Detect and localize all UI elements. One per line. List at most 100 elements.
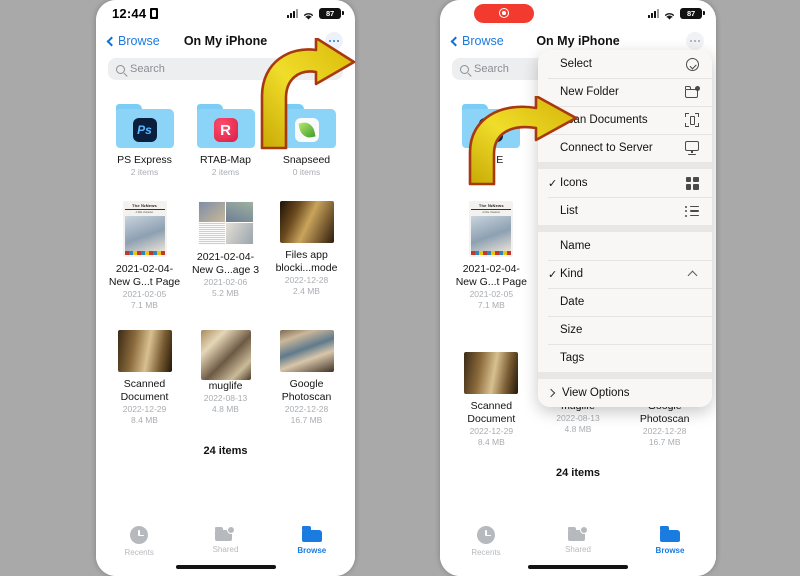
menu-item-accessory: [684, 238, 700, 254]
phone-left-screen: 12:44 87 Browse On My iPhone Search Ps P…: [96, 0, 355, 576]
search-input[interactable]: Search: [108, 58, 343, 80]
nav-bar-left: Browse On My iPhone: [96, 26, 355, 56]
phone-left: 12:44 87 Browse On My iPhone Search Ps P…: [96, 0, 355, 576]
file-thumbnail: [279, 200, 334, 243]
list-item-date: 2022-08-13: [203, 392, 248, 403]
app-badge-ps: Ps: [132, 118, 157, 142]
file-thumbnail: [279, 329, 334, 372]
list-item[interactable]: Google Photoscan 2022-12-28 16.7 MB: [266, 329, 347, 427]
list-item-date: 2022-12-28: [284, 274, 329, 285]
menu-item-label: List: [560, 205, 578, 217]
back-button[interactable]: Browse: [106, 34, 160, 48]
folder-icon: Ps: [115, 104, 174, 148]
status-bar-left: 12:44 87: [96, 0, 355, 26]
menu-item-label: Icons: [560, 177, 588, 189]
menu-item-new-folder[interactable]: New Folder: [538, 78, 712, 106]
tab-label: Shared: [212, 545, 239, 554]
cellular-signal-icon: [648, 8, 659, 18]
tab-label: Browse: [297, 546, 327, 555]
back-button-label: Browse: [118, 34, 160, 48]
menu-item-date[interactable]: Date: [538, 288, 712, 316]
list-item-name: Scanned Document: [120, 377, 169, 403]
list-item[interactable]: muglife 2022-08-13 4.8 MB: [185, 329, 266, 427]
item-count-label: 24 items: [555, 466, 601, 479]
file-thumbnail: The №News A little character: [122, 200, 167, 257]
wifi-icon: [663, 8, 676, 20]
back-button-label: Browse: [462, 34, 504, 48]
list-item-date: 2022-12-29: [122, 403, 167, 414]
item-count-label: 24 items: [203, 444, 248, 457]
tab-browse[interactable]: Browse: [269, 526, 355, 555]
menu-item-label: Select: [560, 58, 592, 70]
list-item-size: 4.8 MB: [564, 424, 592, 434]
list-item-sub: 2: [488, 167, 494, 177]
list-item[interactable]: Files app blocki...mode 2022-12-28 2.4 M…: [266, 200, 347, 312]
menu-item-label: Date: [560, 296, 585, 308]
chevron-left-icon: [450, 36, 461, 46]
app-badge-snapseed: [294, 118, 319, 142]
list-item[interactable]: R RTAB-Map 2 items: [185, 100, 266, 179]
list-item[interactable]: Ps PS Express 2 items: [104, 100, 185, 179]
list-item-size: 8.4 MB: [477, 437, 505, 447]
list-item[interactable]: Scanned Document 2022-12-29 8.4 MB: [104, 329, 185, 427]
back-button[interactable]: Browse: [450, 34, 504, 48]
tab-recents[interactable]: Recents: [96, 526, 182, 557]
grid-view-icon: [684, 175, 700, 191]
check-circle-icon: [684, 56, 700, 72]
home-indicator: [528, 565, 628, 569]
list-item-date: 2022-12-29: [469, 425, 514, 436]
list-item-name: muglife: [208, 379, 243, 392]
folder-icon: [277, 104, 336, 148]
tab-shared[interactable]: Shared: [532, 526, 624, 554]
list-item[interactable]: Ps PS E 2: [448, 100, 535, 179]
menu-item-connect-to-server[interactable]: Connect to Server: [538, 134, 712, 162]
menu-check: ✓: [548, 177, 558, 190]
list-item-date: 2021-02-05: [469, 288, 514, 299]
list-item[interactable]: Snapseed 0 items: [266, 100, 347, 179]
folder-icon: [301, 526, 322, 542]
menu-item-kind[interactable]: ✓ Kind: [538, 260, 712, 288]
search-area-left: Search: [96, 56, 355, 86]
menu-item-label: View Options: [562, 387, 630, 399]
folder-icon: [660, 526, 680, 542]
folder-icon: Ps: [462, 104, 521, 148]
app-badge-rtab: R: [213, 118, 238, 142]
list-item-size: 4.8 MB: [212, 404, 239, 414]
menu-item-select[interactable]: Select: [538, 50, 712, 78]
ellipsis-circle-icon[interactable]: [325, 32, 343, 50]
search-icon: [460, 64, 469, 74]
row-folders: Ps PS Express 2 items R RTAB-Map 2 items: [104, 100, 347, 179]
list-item[interactable]: The №News A little character 2021-02-04- …: [104, 200, 185, 312]
menu-item-tags[interactable]: Tags: [538, 344, 712, 372]
tab-shared[interactable]: Shared: [182, 526, 268, 554]
status-bar-right: 87: [440, 0, 716, 26]
chevron-left-icon: [106, 36, 117, 46]
menu-item-list[interactable]: List: [538, 197, 712, 225]
file-grid-left: Ps PS Express 2 items R RTAB-Map 2 items: [96, 86, 355, 457]
list-item[interactable]: Scanned Document 2022-12-29 8.4 MB: [448, 351, 535, 449]
list-item-name: 2021-02-04- New G...age 3: [191, 250, 260, 276]
menu-item-name[interactable]: Name: [538, 232, 712, 260]
list-item-sub: 2 items: [211, 167, 240, 177]
chevron-right-icon: [546, 388, 556, 398]
list-item-name: RTAB-Map: [200, 154, 251, 166]
tab-label: Recents: [124, 548, 154, 557]
tab-label: Shared: [565, 545, 591, 554]
server-icon: [684, 140, 700, 156]
list-item[interactable]: The №News A little character 2021-02-04- …: [448, 200, 535, 312]
menu-item-view-options[interactable]: View Options: [538, 379, 712, 407]
list-item-sub: 2 items: [130, 167, 159, 177]
shared-folder-icon: [215, 526, 236, 541]
list-item-size: 16.7 MB: [648, 437, 681, 447]
tab-recents[interactable]: Recents: [440, 526, 532, 557]
menu-item-scan-documents[interactable]: Scan Documents: [538, 106, 712, 134]
clock-icon: [130, 526, 149, 544]
menu-separator: [538, 225, 712, 232]
status-right-group: 87: [287, 7, 344, 20]
tab-browse[interactable]: Browse: [624, 526, 716, 555]
menu-item-icons[interactable]: ✓ Icons: [538, 169, 712, 197]
ellipsis-circle-icon[interactable]: [686, 32, 704, 50]
scan-document-icon: [684, 112, 700, 128]
menu-item-size[interactable]: Size: [538, 316, 712, 344]
list-item[interactable]: 2021-02-04- New G...age 3 2021-02-06 5.2…: [185, 200, 266, 312]
